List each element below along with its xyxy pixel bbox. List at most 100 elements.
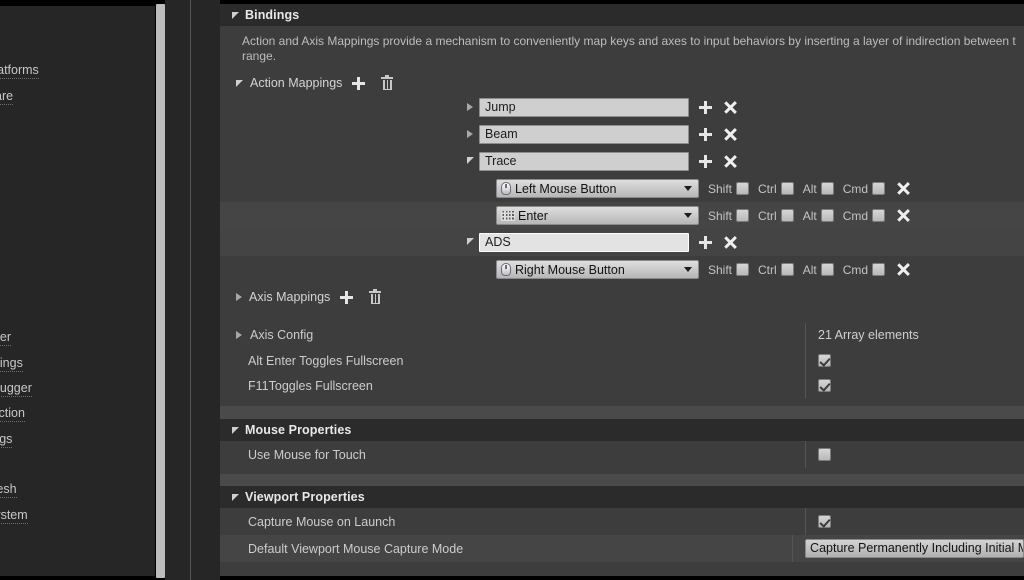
action-mapping-name-input[interactable]: Beam	[479, 125, 689, 144]
modifier-alt[interactable]: Alt	[803, 209, 834, 223]
ctrl-checkbox[interactable]	[780, 263, 794, 276]
action-mapping-name-input[interactable]: ADS	[479, 233, 689, 252]
modifier-ctrl[interactable]: Ctrl	[758, 263, 794, 277]
remove-action-mapping-icon[interactable]	[724, 236, 737, 249]
action-mapping-row[interactable]: ADS	[220, 229, 1024, 256]
shift-checkbox[interactable]	[736, 209, 750, 222]
panel-gutter-left	[165, 0, 191, 580]
category-header-mouse-properties[interactable]: Mouse Properties	[220, 419, 1024, 441]
remove-action-mapping-icon[interactable]	[724, 155, 737, 168]
key-name: Right Mouse Button	[515, 262, 625, 277]
chevron-down-icon[interactable]	[232, 426, 239, 434]
key-select-dropdown[interactable]: Enter	[496, 206, 699, 225]
sidebar-item[interactable]: ettings	[0, 356, 23, 372]
delete-all-action-mappings-icon[interactable]	[381, 75, 394, 90]
modifier-cmd[interactable]: Cmd	[843, 209, 886, 223]
chevron-right-icon[interactable]	[467, 103, 473, 111]
category-header-bindings[interactable]: Bindings	[220, 4, 1024, 26]
remove-key-binding-icon[interactable]	[897, 209, 910, 222]
capture-mouse-on-launch-checkbox[interactable]	[818, 515, 831, 528]
remove-key-binding-icon[interactable]	[897, 263, 910, 276]
key-binding-row[interactable]: Right Mouse Button Shift Ctrl Alt Cmd	[220, 256, 1024, 283]
sidebar-item[interactable]: System	[0, 508, 28, 524]
action-mapping-name-input[interactable]: Jump	[479, 98, 689, 117]
modifier-shift[interactable]: Shift	[708, 209, 750, 223]
category-header-viewport-properties[interactable]: Viewport Properties	[220, 486, 1024, 508]
property-row-default-viewport-mouse-capture-mode[interactable]: Default Viewport Mouse Capture Mode Capt…	[220, 535, 1024, 562]
delete-all-axis-mappings-icon[interactable]	[369, 289, 382, 304]
action-mapping-row[interactable]: Jump	[220, 94, 1024, 121]
property-row-alt-enter-fullscreen[interactable]: Alt Enter Toggles Fullscreen	[220, 348, 1024, 373]
property-row-axis-config[interactable]: Axis Config 21 Array elements	[220, 322, 1024, 348]
chevron-down-icon[interactable]	[232, 11, 239, 19]
sidebar-scrollbar[interactable]	[156, 4, 165, 578]
shift-checkbox[interactable]	[736, 263, 750, 276]
cmd-checkbox[interactable]	[872, 182, 886, 195]
chevron-right-icon[interactable]	[236, 331, 242, 339]
chevron-down-icon[interactable]	[684, 267, 692, 272]
property-label: Axis Config	[220, 328, 805, 342]
key-select-dropdown[interactable]: Right Mouse Button	[496, 260, 699, 279]
sidebar-item[interactable]: Mesh	[0, 482, 17, 498]
add-key-binding-icon[interactable]	[699, 128, 712, 141]
remove-action-mapping-icon[interactable]	[724, 101, 737, 114]
chevron-right-icon[interactable]	[236, 293, 242, 301]
modifier-shift[interactable]: Shift	[708, 182, 750, 196]
chevron-down-icon[interactable]	[467, 157, 474, 164]
use-mouse-for-touch-checkbox[interactable]	[818, 448, 831, 461]
modifier-label-ctrl: Ctrl	[758, 181, 777, 196]
remove-key-binding-icon[interactable]	[897, 182, 910, 195]
property-row-use-mouse-for-touch[interactable]: Use Mouse for Touch	[220, 441, 1024, 468]
property-row-capture-mouse-on-launch[interactable]: Capture Mouse on Launch	[220, 508, 1024, 535]
key-binding-row[interactable]: Left Mouse Button Shift Ctrl Alt Cmd	[220, 175, 1024, 202]
sidebar-item[interactable]: ware	[0, 89, 14, 105]
alt-checkbox[interactable]	[820, 209, 834, 222]
chevron-down-icon[interactable]	[232, 493, 239, 501]
ctrl-checkbox[interactable]	[780, 182, 794, 195]
alt-enter-toggles-fullscreen-checkbox[interactable]	[818, 354, 831, 367]
cmd-checkbox[interactable]	[872, 209, 886, 222]
property-label: Capture Mouse on Launch	[248, 514, 396, 529]
sidebar-item[interactable]: ager	[0, 330, 12, 346]
add-key-binding-icon[interactable]	[699, 101, 712, 114]
chevron-down-icon[interactable]	[236, 79, 243, 87]
chevron-down-icon[interactable]	[467, 238, 474, 245]
chevron-down-icon[interactable]	[684, 213, 692, 218]
action-mapping-row[interactable]: Beam	[220, 121, 1024, 148]
property-row-f11-fullscreen[interactable]: F11Toggles Fullscreen	[220, 373, 1024, 398]
modifier-label-alt: Alt	[802, 208, 817, 223]
chevron-right-icon[interactable]	[467, 130, 473, 138]
cmd-checkbox[interactable]	[872, 263, 886, 276]
modifier-ctrl[interactable]: Ctrl	[758, 182, 794, 196]
action-mapping-name-input[interactable]: Trace	[479, 152, 689, 171]
shift-checkbox[interactable]	[736, 182, 750, 195]
alt-checkbox[interactable]	[820, 182, 834, 195]
ctrl-checkbox[interactable]	[780, 209, 794, 222]
key-select-dropdown[interactable]: Left Mouse Button	[496, 179, 699, 198]
modifier-label-alt: Alt	[802, 181, 817, 196]
remove-action-mapping-icon[interactable]	[724, 128, 737, 141]
add-key-binding-icon[interactable]	[699, 155, 712, 168]
modifier-alt[interactable]: Alt	[803, 182, 834, 196]
add-axis-mapping-icon[interactable]	[340, 290, 354, 304]
sidebar-item[interactable]: Platforms	[0, 63, 39, 79]
property-value	[805, 373, 1024, 398]
f11-toggles-fullscreen-checkbox[interactable]	[818, 379, 831, 392]
action-mappings-group[interactable]: Action Mappings	[220, 72, 1024, 94]
viewport-mouse-capture-mode-dropdown[interactable]: Capture Permanently Including Initial M	[805, 539, 1024, 558]
add-key-binding-icon[interactable]	[699, 236, 712, 249]
chevron-down-icon[interactable]	[684, 186, 692, 191]
modifier-alt[interactable]: Alt	[803, 263, 834, 277]
modifier-ctrl[interactable]: Ctrl	[758, 209, 794, 223]
action-mapping-row[interactable]: Trace	[220, 148, 1024, 175]
alt-checkbox[interactable]	[820, 263, 834, 276]
add-action-mapping-icon[interactable]	[352, 76, 366, 90]
modifier-cmd[interactable]: Cmd	[843, 182, 886, 196]
key-binding-row[interactable]: Enter Shift Ctrl Alt Cmd	[220, 202, 1024, 229]
modifier-cmd[interactable]: Cmd	[843, 263, 886, 277]
sidebar-item[interactable]: llection	[0, 406, 25, 422]
axis-mappings-group[interactable]: Axis Mappings	[220, 283, 1024, 311]
sidebar-item[interactable]: ebugger	[0, 381, 32, 397]
sidebar-item[interactable]: tings	[0, 432, 13, 448]
modifier-shift[interactable]: Shift	[708, 263, 750, 277]
